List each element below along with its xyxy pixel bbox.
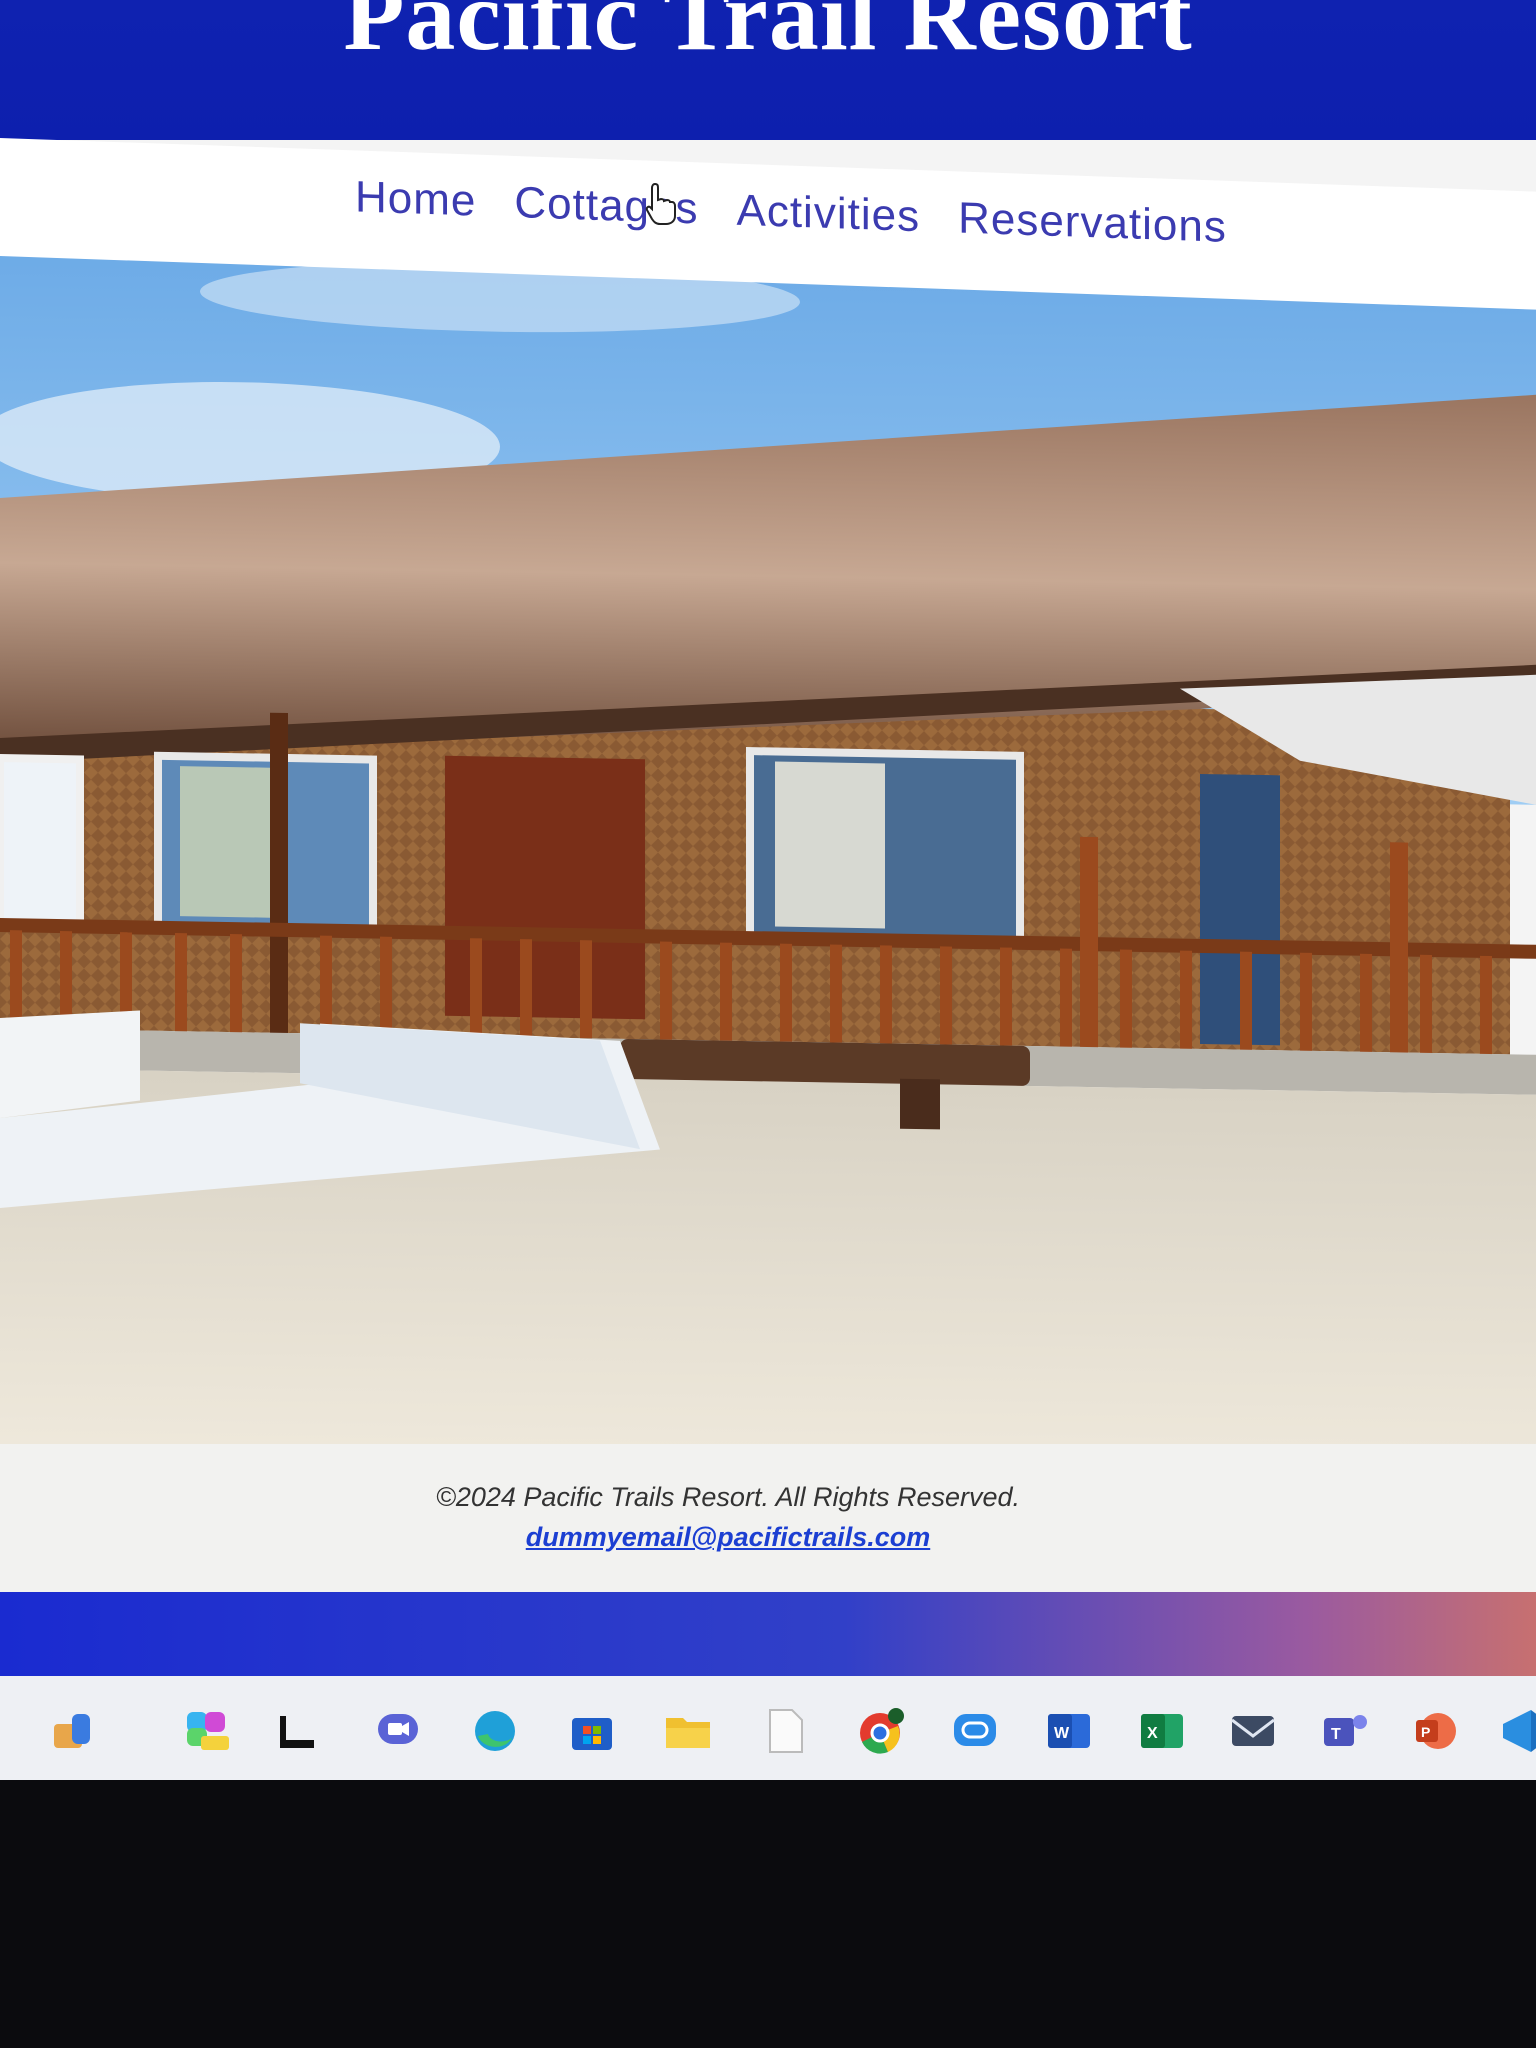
svg-text:T: T	[1331, 1726, 1341, 1743]
excel-icon[interactable]: X	[1137, 1706, 1187, 1756]
hand-cursor-icon	[645, 182, 676, 225]
svg-text:X: X	[1147, 1725, 1158, 1742]
site-header: Pacific Trail Resort	[0, 0, 1536, 140]
word-icon[interactable]: W	[1044, 1706, 1094, 1756]
vscode-icon[interactable]	[1495, 1706, 1536, 1756]
hero-image	[0, 218, 1536, 1485]
teams-icon[interactable]: T	[1320, 1706, 1370, 1756]
window-bottom-edge	[0, 1592, 1536, 1676]
nav-links: Home Cottages Activities Reservations	[355, 172, 1227, 252]
widgets-icon[interactable]	[50, 1706, 100, 1756]
browser-viewport: Pacific Trail Resort Home Cottages Activ…	[0, 0, 1536, 1780]
copyright-text: ©2024 Pacific Trails Resort. All Rights …	[435, 1482, 1021, 1512]
teams-chat-icon[interactable]	[374, 1706, 424, 1756]
file-explorer-icon[interactable]	[663, 1706, 713, 1756]
svg-text:W: W	[1054, 1725, 1070, 1742]
terminal-icon[interactable]	[274, 1706, 324, 1756]
store-icon[interactable]	[567, 1706, 617, 1756]
mail-icon[interactable]	[1228, 1706, 1278, 1756]
svg-text:P: P	[1421, 1724, 1430, 1740]
nav-home-link[interactable]: Home	[355, 172, 476, 226]
cottage-photo	[0, 218, 1536, 1485]
chrome-icon[interactable]	[856, 1706, 906, 1756]
copilot-pre-icon[interactable]	[183, 1706, 233, 1756]
contact-email-link[interactable]: dummyemail@pacifictrails.com	[0, 1522, 1496, 1553]
nav-activities-link[interactable]: Activities	[736, 186, 920, 242]
powerpoint-icon[interactable]: P	[1410, 1706, 1460, 1756]
site-title: Pacific Trail Resort	[343, 0, 1193, 71]
notepad-icon[interactable]	[760, 1706, 810, 1756]
phone-link-icon[interactable]	[950, 1706, 1000, 1756]
edge-icon[interactable]	[470, 1706, 520, 1756]
site-footer: ©2024 Pacific Trails Resort. All Rights …	[0, 1444, 1536, 1592]
nav-reservations-link[interactable]: Reservations	[958, 193, 1227, 252]
